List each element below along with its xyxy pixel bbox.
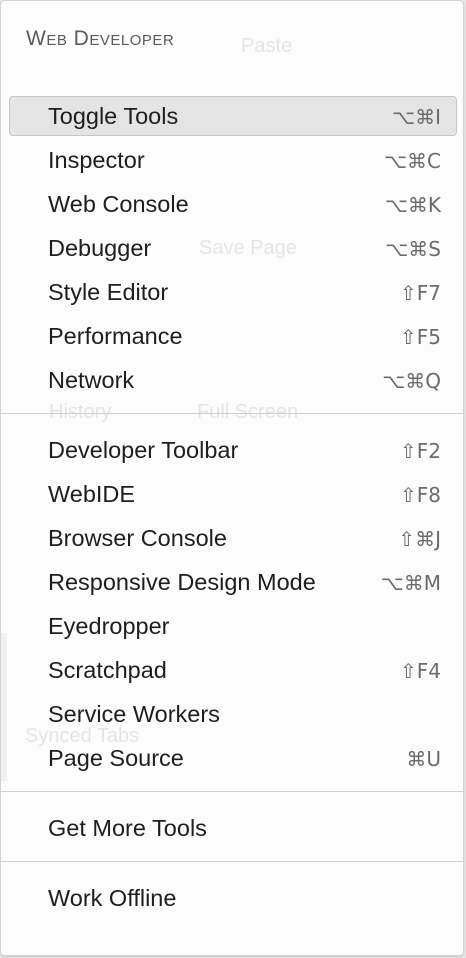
menu-item-developer-toolbar[interactable]: Developer Toolbar ⇧F2 [9, 430, 457, 470]
menu-item-label: Service Workers [48, 701, 220, 727]
menu-item-label: Style Editor [48, 279, 169, 305]
menu-item-get-more-tools[interactable]: Get More Tools [9, 808, 457, 848]
menu-item-label: Eyedropper [48, 613, 170, 639]
menu-item-debugger[interactable]: Debugger ⌥⌘S [9, 228, 457, 268]
menu-separator [1, 791, 463, 792]
menu-item-toggle-tools[interactable]: Toggle Tools ⌥⌘I [9, 96, 457, 136]
menu-item-shortcut: ⌥⌘S [385, 237, 441, 261]
menu-separator [1, 413, 463, 414]
menu-item-shortcut: ⇧F2 [400, 439, 441, 463]
menu-item-page-source[interactable]: Page Source ⌘U [9, 738, 457, 778]
menu-item-label: Inspector [48, 147, 145, 173]
menu-item-shortcut: ⌥⌘K [384, 193, 441, 217]
menu-item-label: Debugger [48, 235, 152, 261]
menu-item-label: Toggle Tools [48, 103, 179, 129]
menu-item-inspector[interactable]: Inspector ⌥⌘C [9, 140, 457, 180]
menu-item-label: Browser Console [48, 525, 227, 551]
menu-item-shortcut: ⌥⌘M [380, 571, 441, 595]
menu-item-label: WebIDE [48, 481, 136, 507]
ghost-background-block [1, 633, 7, 781]
menu-item-scratchpad[interactable]: Scratchpad ⇧F4 [9, 650, 457, 690]
menu-separator [1, 861, 463, 862]
menu-item-shortcut: ⇧F7 [400, 281, 441, 305]
menu-item-browser-console[interactable]: Browser Console ⇧⌘J [9, 518, 457, 558]
menu-item-service-workers[interactable]: Service Workers [9, 694, 457, 734]
menu-item-label: Developer Toolbar [48, 437, 239, 463]
menu-item-shortcut: ⇧F8 [400, 483, 441, 507]
menu-item-label: Scratchpad [48, 657, 167, 683]
menu-item-label: Page Source [48, 745, 184, 771]
menu-item-eyedropper[interactable]: Eyedropper [9, 606, 457, 646]
menu-item-label: Performance [48, 323, 183, 349]
menu-header: Web Developer [26, 27, 175, 50]
menu-item-label: Get More Tools [48, 815, 207, 841]
menu-item-network[interactable]: Network ⌥⌘Q [9, 360, 457, 400]
menu-item-label: Responsive Design Mode [48, 569, 316, 595]
menu-item-shortcut: ⌘U [406, 747, 441, 771]
menu-item-responsive-design-mode[interactable]: Responsive Design Mode ⌥⌘M [9, 562, 457, 602]
menu-item-work-offline[interactable]: Work Offline [9, 878, 457, 918]
menu-item-web-console[interactable]: Web Console ⌥⌘K [9, 184, 457, 224]
ghost-background-text: Paste [241, 35, 293, 57]
menu-item-style-editor[interactable]: Style Editor ⇧F7 [9, 272, 457, 312]
menu-item-shortcut: ⌥⌘I [392, 105, 441, 129]
web-developer-menu-panel: Paste Save Page History Full Screen Sync… [0, 0, 464, 956]
menu-item-performance[interactable]: Performance ⇧F5 [9, 316, 457, 356]
menu-item-webide[interactable]: WebIDE ⇧F8 [9, 474, 457, 514]
menu-item-label: Web Console [48, 191, 189, 217]
menu-item-shortcut: ⇧⌘J [398, 527, 441, 551]
menu-item-shortcut: ⇧F4 [400, 659, 441, 683]
menu-item-shortcut: ⌥⌘C [383, 149, 441, 173]
menu-item-label: Network [48, 367, 135, 393]
menu-item-label: Work Offline [48, 885, 177, 911]
menu-item-shortcut: ⇧F5 [400, 325, 441, 349]
menu-item-shortcut: ⌥⌘Q [382, 369, 441, 393]
